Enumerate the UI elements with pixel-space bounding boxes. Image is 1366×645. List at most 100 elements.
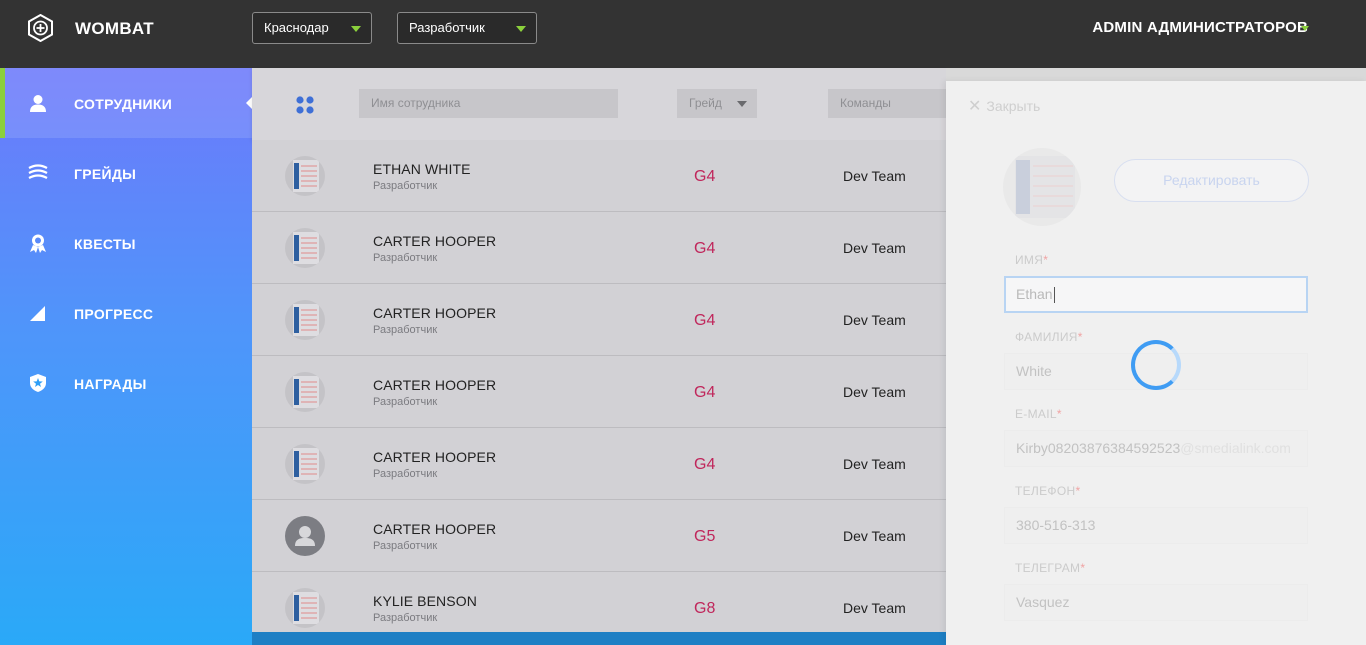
close-label: Закрыть — [986, 98, 1041, 114]
table-row[interactable]: ETHAN WHITE Разработчик G4 Dev Team — [252, 140, 946, 212]
avatar[interactable] — [1003, 148, 1081, 226]
employee-role: Разработчик — [373, 180, 438, 192]
chevron-down-icon[interactable] — [1301, 26, 1309, 31]
phone-label: ТЕЛЕФОН* — [1015, 484, 1081, 498]
employee-role: Разработчик — [373, 612, 438, 624]
avatar — [285, 588, 325, 628]
document-thumbnail-icon — [1015, 156, 1075, 218]
avatar — [285, 516, 325, 556]
sidebar-item-label: ГРЕЙДЫ — [74, 166, 137, 182]
employee-name: CARTER HOOPER — [373, 377, 497, 393]
employee-team: Dev Team — [843, 456, 906, 472]
logo-icon — [28, 14, 53, 42]
role-select[interactable]: Разработчик — [397, 12, 537, 44]
first-name-value: Ethan — [1016, 286, 1053, 302]
chevron-down-icon — [516, 26, 526, 32]
employee-grade: G5 — [694, 528, 716, 545]
sidebar-item-label: КВЕСТЫ — [74, 236, 136, 252]
chevron-down-icon — [351, 26, 361, 32]
edit-button[interactable]: Редактировать — [1114, 159, 1309, 202]
employee-name: CARTER HOOPER — [373, 449, 497, 465]
sidebar: СОТРУДНИКИ ГРЕЙДЫ КВЕСТЫ ПРОГРЕСС НАГРАД… — [0, 68, 252, 645]
employee-team: Dev Team — [843, 600, 906, 616]
text-cursor — [1053, 287, 1055, 304]
employee-team: Dev Team — [843, 528, 906, 544]
user-icon — [30, 95, 46, 112]
sidebar-item-rewards[interactable]: НАГРАДЫ — [0, 348, 252, 418]
employee-role: Разработчик — [373, 324, 438, 336]
employee-list: ETHAN WHITE Разработчик G4 Dev Team CART… — [252, 140, 946, 632]
sidebar-item-label: ПРОГРЕСС — [74, 306, 154, 322]
telegram-field[interactable]: Vasquez — [1004, 584, 1308, 621]
avatar — [285, 300, 325, 340]
sidebar-item-progress[interactable]: ПРОГРЕСС — [0, 278, 252, 348]
avatar — [285, 372, 325, 412]
employee-grade: G4 — [694, 456, 716, 473]
employee-name: ETHAN WHITE — [373, 161, 471, 177]
phone-value: 380-516-313 — [1016, 517, 1096, 533]
user-placeholder-icon — [295, 526, 315, 546]
phone-field[interactable]: 380-516-313 — [1004, 507, 1308, 544]
table-row[interactable]: CARTER HOOPER Разработчик G4 Dev Team — [252, 284, 946, 356]
document-thumbnail-icon — [293, 304, 319, 336]
first-name-label: ИМЯ* — [1015, 253, 1049, 267]
layers-icon — [28, 164, 48, 179]
sidebar-item-employees[interactable]: СОТРУДНИКИ — [0, 68, 252, 138]
close-button[interactable]: ✕ Закрыть — [968, 96, 1040, 116]
city-select[interactable]: Краснодар — [252, 12, 372, 44]
email-field[interactable]: Kirby08203876384592523@smedialink.com — [1004, 430, 1308, 467]
employee-role: Разработчик — [373, 396, 438, 408]
employee-grade: G4 — [694, 240, 716, 257]
document-thumbnail-icon — [293, 448, 319, 480]
document-thumbnail-icon — [293, 232, 319, 264]
chevron-down-icon — [737, 101, 747, 107]
telegram-value: Vasquez — [1016, 594, 1070, 610]
email-value-domain: @smedialink.com — [1180, 440, 1291, 456]
grid-view-icon[interactable] — [295, 95, 315, 115]
top-bar: WOMBAT Краснодар Разработчик ADMIN АДМИН… — [0, 0, 1366, 68]
sidebar-item-label: НАГРАДЫ — [74, 376, 147, 392]
telegram-label: ТЕЛЕГРАМ* — [1015, 561, 1086, 575]
city-select-value: Краснодар — [264, 20, 329, 35]
employee-grade: G8 — [694, 600, 716, 617]
sidebar-item-grades[interactable]: ГРЕЙДЫ — [0, 138, 252, 208]
last-name-label: ФАМИЛИЯ* — [1015, 330, 1083, 344]
grade-select[interactable]: Грейд — [677, 89, 757, 118]
avatar — [285, 156, 325, 196]
table-row[interactable]: CARTER HOOPER Разработчик G4 Dev Team — [252, 356, 946, 428]
employee-role: Разработчик — [373, 252, 438, 264]
avatar — [285, 228, 325, 268]
sidebar-item-label: СОТРУДНИКИ — [74, 96, 173, 112]
placeholder-text: Имя сотрудника — [371, 96, 461, 110]
table-row[interactable]: CARTER HOOPER Разработчик G4 Dev Team — [252, 428, 946, 500]
employee-role: Разработчик — [373, 540, 438, 552]
star-badge-icon — [30, 374, 46, 392]
table-row[interactable]: CARTER HOOPER Разработчик G4 Dev Team — [252, 212, 946, 284]
loading-spinner-icon — [1131, 340, 1181, 390]
employee-team: Dev Team — [843, 384, 906, 400]
filter-bar: Имя сотрудника Грейд Команды — [252, 68, 946, 140]
employee-role: Разработчик — [373, 468, 438, 480]
teams-select[interactable]: Команды — [828, 89, 946, 118]
placeholder-text: Грейд — [689, 96, 722, 110]
signal-icon — [30, 306, 45, 321]
table-row[interactable]: CARTER HOOPER Разработчик G5 Dev Team — [252, 500, 946, 572]
close-icon: ✕ — [968, 98, 982, 115]
document-thumbnail-icon — [293, 592, 319, 624]
employee-grade: G4 — [694, 384, 716, 401]
sidebar-item-quests[interactable]: КВЕСТЫ — [0, 208, 252, 278]
email-value-local: Kirby08203876384592523 — [1016, 440, 1181, 456]
employee-name: CARTER HOOPER — [373, 305, 497, 321]
user-menu[interactable]: ADMIN АДМИНИСТРАТОРОВ — [1092, 19, 1308, 36]
logo-text[interactable]: WOMBAT — [75, 19, 154, 39]
employee-grade: G4 — [694, 312, 716, 329]
placeholder-text: Команды — [840, 96, 891, 110]
first-name-field[interactable]: Ethan — [1004, 276, 1308, 313]
footer-strip — [252, 632, 946, 645]
employee-team: Dev Team — [843, 168, 906, 184]
document-thumbnail-icon — [293, 160, 319, 192]
table-row[interactable]: KYLIE BENSON Разработчик G8 Dev Team — [252, 572, 946, 632]
employee-name: KYLIE BENSON — [373, 593, 477, 609]
last-name-value: White — [1016, 363, 1052, 379]
employee-name-search-input[interactable]: Имя сотрудника — [359, 89, 618, 118]
